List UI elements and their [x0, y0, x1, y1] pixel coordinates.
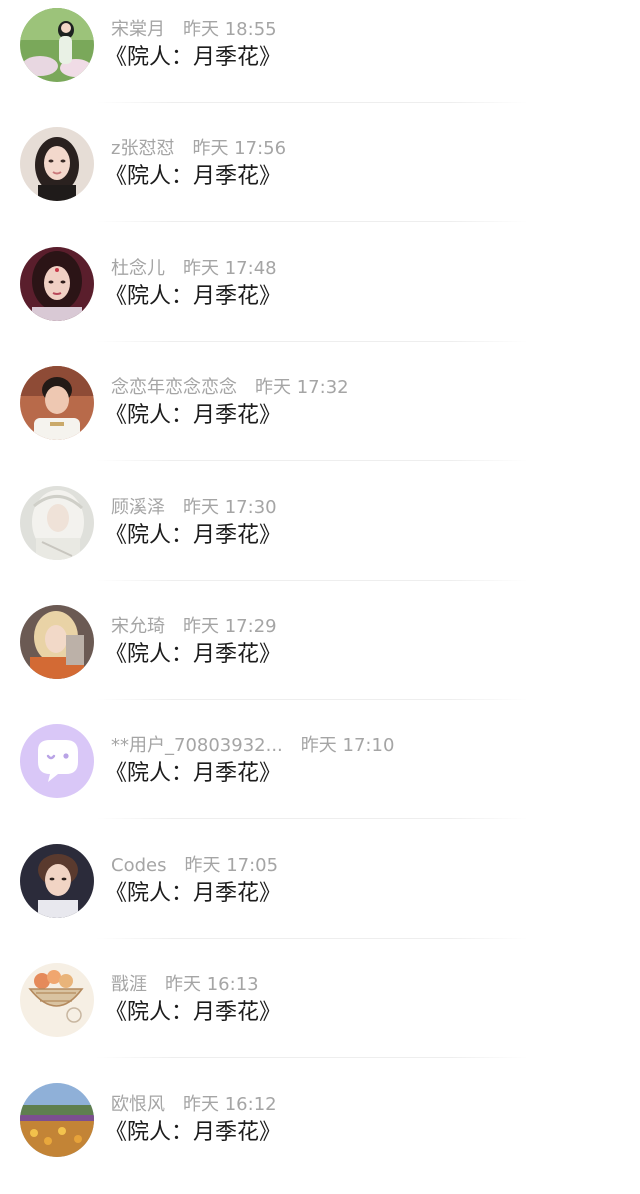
timestamp: 昨天 17:29 — [183, 616, 277, 637]
timestamp: 昨天 17:48 — [183, 257, 277, 279]
comment-item[interactable]: 宋棠月 昨天 18:55 《院人：月季花》 — [0, 0, 640, 119]
avatar-girl-portrait-icon — [20, 127, 94, 202]
timestamp: 昨天 18:55 — [183, 19, 277, 40]
comment-item[interactable]: 欧恨风 昨天 16:12 《院人：月季花》 — [0, 1075, 640, 1194]
comment-meta: Codes 昨天 17:05 — [111, 854, 278, 878]
divider — [96, 699, 528, 700]
timestamp: 昨天 17:10 — [300, 735, 395, 757]
avatar[interactable] — [20, 963, 94, 1038]
user-name[interactable]: 顾溪泽 — [111, 496, 165, 520]
comment-text: 《院人：月季花》 — [105, 761, 282, 787]
comment-item[interactable]: **用户_70803932... 昨天 17:10 《院人：月季花》 — [0, 716, 640, 835]
comment-text: 《院人：月季花》 — [105, 403, 282, 429]
divider — [96, 102, 528, 103]
divider — [96, 818, 528, 820]
comment-item[interactable]: z张怼怼 昨天 17:56 《院人：月季花》 — [0, 119, 640, 238]
comment-text: 《院人：月季花》 — [105, 880, 282, 906]
comment-item[interactable]: 杜念儿 昨天 17:48 《院人：月季花》 — [0, 239, 640, 358]
user-name[interactable]: 宋棠月 — [111, 18, 165, 42]
avatar-blonde-character-icon — [20, 605, 94, 679]
timestamp: 昨天 17:56 — [192, 138, 287, 160]
avatar-white-hair-art-icon — [20, 485, 94, 560]
comment-item[interactable]: 戬涯 昨天 16:13 《院人：月季花》 — [0, 955, 640, 1074]
avatar[interactable] — [20, 366, 94, 441]
user-name[interactable]: 戬涯 — [111, 973, 147, 997]
comment-meta: 顾溪泽 昨天 17:30 — [111, 496, 277, 520]
user-name[interactable]: Codes — [111, 854, 166, 878]
avatar[interactable] — [20, 8, 94, 82]
user-name[interactable]: **用户_70803932... — [111, 734, 283, 758]
avatar[interactable] — [20, 127, 94, 202]
comment-meta: 宋允琦 昨天 17:29 — [111, 615, 277, 639]
comment-list: 宋棠月 昨天 18:55 《院人：月季花》 z张怼怼 昨天 17:56 《院人：月季… — [0, 0, 640, 1169]
avatar-basket-drawing-icon — [20, 963, 94, 1038]
avatar-flower-field-icon — [20, 1082, 94, 1157]
avatar-girl-garden-icon — [20, 8, 94, 82]
comment-text: 《院人：月季花》 — [105, 1119, 282, 1145]
comment-text: 《院人：月季花》 — [105, 164, 282, 190]
timestamp: 昨天 16:13 — [165, 974, 259, 996]
divider — [96, 937, 528, 939]
avatar[interactable] — [20, 485, 94, 560]
comment-item[interactable]: 宋允琦 昨天 17:29 《院人：月季花》 — [0, 597, 640, 716]
comment-text: 《院人：月季花》 — [105, 522, 282, 548]
user-name[interactable]: z张怼怼 — [111, 137, 174, 161]
avatar[interactable] — [20, 605, 94, 679]
avatar[interactable] — [20, 843, 94, 918]
user-name[interactable]: 宋允琦 — [111, 615, 165, 639]
comment-meta: **用户_70803932... 昨天 17:10 — [111, 734, 394, 758]
avatar[interactable] — [20, 246, 94, 321]
comment-meta: 欧恨风 昨天 16:12 — [111, 1093, 277, 1117]
avatar-costume-woman-icon — [20, 246, 94, 321]
user-name[interactable]: 欧恨风 — [111, 1093, 165, 1117]
comment-meta: 宋棠月 昨天 18:55 — [111, 18, 277, 42]
comment-meta: 戬涯 昨天 16:13 — [111, 973, 259, 997]
comment-meta: z张怼怼 昨天 17:56 — [111, 137, 286, 161]
comment-text: 《院人：月季花》 — [105, 1000, 282, 1026]
comment-text: 《院人：月季花》 — [105, 283, 282, 309]
timestamp: 昨天 17:05 — [184, 854, 279, 876]
comment-item[interactable]: 顾溪泽 昨天 17:30 《院人：月季花》 — [0, 478, 640, 597]
user-name[interactable]: 杜念儿 — [111, 257, 165, 281]
avatar[interactable] — [20, 1082, 94, 1157]
comment-item[interactable]: Codes 昨天 17:05 《院人：月季花》 — [0, 836, 640, 955]
avatar-boy-photo-icon — [20, 366, 94, 441]
user-name[interactable]: 念恋年恋念恋念 — [111, 376, 237, 400]
comment-text: 《院人：月季花》 — [105, 45, 282, 70]
divider — [96, 579, 528, 581]
divider — [96, 221, 528, 223]
divider — [96, 1057, 528, 1059]
comment-item[interactable]: 念恋年恋念恋念 昨天 17:32 《院人：月季花》 — [0, 358, 640, 477]
comment-meta: 念恋年恋念恋念 昨天 17:32 — [111, 376, 349, 400]
avatar[interactable] — [20, 724, 94, 799]
comment-meta: 杜念儿 昨天 17:48 — [111, 257, 277, 281]
avatar-young-man-icon — [20, 843, 94, 918]
timestamp: 昨天 17:32 — [255, 377, 349, 399]
divider — [96, 460, 528, 462]
avatar-default-chat-icon — [20, 724, 94, 799]
timestamp: 昨天 16:12 — [183, 1093, 277, 1115]
comment-text: 《院人：月季花》 — [105, 642, 282, 667]
divider — [96, 340, 528, 342]
timestamp: 昨天 17:30 — [183, 496, 277, 518]
